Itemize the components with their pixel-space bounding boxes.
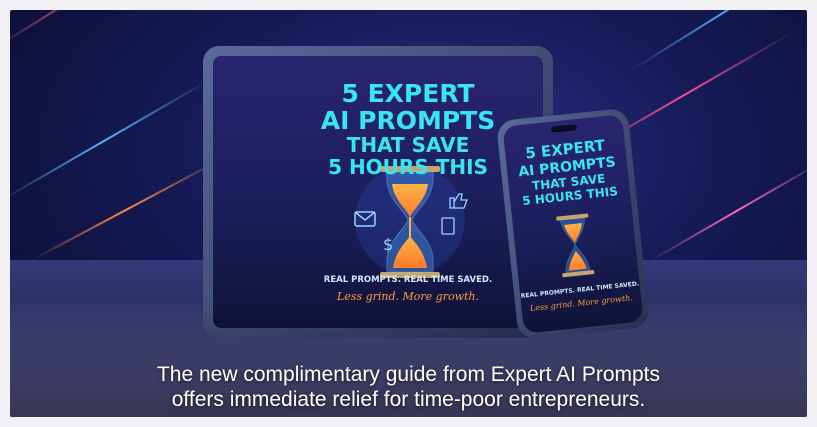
dollar-icon: $ bbox=[383, 235, 393, 254]
tablet-subtagline: Less grind. More growth. bbox=[336, 290, 479, 303]
phone-device: 5 EXPERT AI PROMPTS THAT SAVE 5 HOURS TH… bbox=[497, 109, 649, 339]
promo-image: $ 5 EXPERT AI PROMPTS THAT SAVE 5 HOURS … bbox=[10, 10, 807, 417]
caption-line1: The new complimentary guide from Expert … bbox=[156, 363, 661, 386]
tablet-tagline: REAL PROMPTS. REAL TIME SAVED. bbox=[324, 275, 492, 285]
caption: The new complimentary guide from Expert … bbox=[10, 362, 807, 412]
caption-line2: offers immediate relief for time-poor en… bbox=[171, 388, 646, 411]
tablet-title-line2: AI PROMPTS bbox=[321, 106, 495, 135]
tablet-title-line1: 5 EXPERT bbox=[341, 79, 474, 108]
tablet-device: $ 5 EXPERT AI PROMPTS THAT SAVE 5 HOURS … bbox=[203, 46, 553, 338]
tablet-title-line3: THAT SAVE bbox=[347, 133, 470, 157]
tablet-title-line4: 5 HOURS THIS bbox=[328, 155, 488, 179]
